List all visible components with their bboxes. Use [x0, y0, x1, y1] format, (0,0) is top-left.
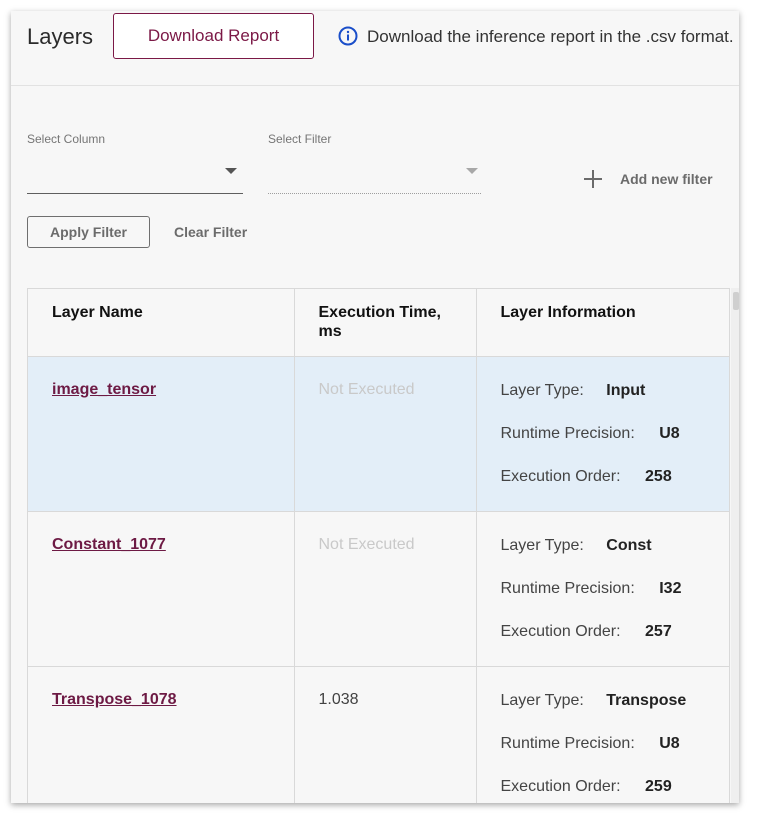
download-report-button[interactable]: Download Report — [113, 13, 314, 59]
layers-table: Layer Name Execution Time, ms Layer Info… — [28, 289, 729, 804]
layer-info-cell: Layer Type: Const Runtime Precision: I32… — [476, 511, 729, 667]
execution-order-label: Execution Order: — [500, 622, 621, 640]
layers-table-container[interactable]: Layer Name Execution Time, ms Layer Info… — [27, 288, 730, 803]
execution-time-cell: 1.038 — [294, 666, 477, 803]
select-column-underline — [27, 193, 243, 194]
layer-type-value: Transpose — [606, 691, 687, 709]
execution-order-value: 259 — [645, 777, 672, 795]
layer-name-link[interactable]: Transpose_1078 — [52, 691, 177, 708]
runtime-precision-value: U8 — [659, 424, 680, 442]
select-filter-underline — [268, 193, 481, 194]
select-column-label: Select Column — [27, 132, 106, 146]
select-filter-label: Select Filter — [268, 132, 332, 146]
column-header-layer-name[interactable]: Layer Name — [28, 289, 295, 357]
execution-time-value: Not Executed — [318, 535, 415, 553]
layer-type-value: Input — [606, 381, 646, 399]
layer-type-label: Layer Type: — [500, 381, 584, 399]
layers-panel: Layers Download Report Download the infe… — [11, 11, 739, 803]
chevron-down-icon — [225, 168, 237, 174]
layer-name-link[interactable]: Constant_1077 — [52, 536, 166, 553]
apply-filter-button[interactable]: Apply Filter — [27, 216, 150, 248]
layer-name-cell: Constant_1077 — [28, 511, 295, 667]
table-header-row: Layer Name Execution Time, ms Layer Info… — [28, 289, 729, 357]
page-title: Layers — [27, 24, 94, 49]
add-new-filter-label: Add new filter — [620, 171, 713, 187]
execution-order-label: Execution Order: — [500, 777, 621, 795]
select-filter-dropdown — [268, 151, 481, 194]
panel-header: Layers Download Report Download the infe… — [11, 11, 739, 86]
layer-info-cell: Layer Type: Transpose Runtime Precision:… — [476, 666, 729, 804]
runtime-precision-label: Runtime Precision: — [500, 579, 635, 597]
layer-info-cell: Layer Type: Input Runtime Precision: U8 … — [476, 356, 729, 512]
runtime-precision-line: Runtime Precision: U8 — [501, 734, 707, 777]
execution-time-cell: Not Executed — [294, 511, 477, 667]
table-scrollbar-thumb[interactable] — [733, 292, 739, 310]
info-icon — [338, 26, 358, 46]
plus-icon — [584, 170, 602, 188]
runtime-precision-label: Runtime Precision: — [500, 424, 635, 442]
chevron-down-icon — [466, 168, 478, 174]
clear-filter-button[interactable]: Clear Filter — [174, 224, 247, 240]
runtime-precision-value: U8 — [659, 734, 680, 752]
column-header-layer-information[interactable]: Layer Information — [476, 289, 729, 357]
execution-time-value: 1.038 — [318, 690, 359, 708]
layer-name-cell: image_tensor — [28, 356, 295, 512]
layer-type-label: Layer Type: — [500, 536, 584, 554]
layer-type-line: Layer Type: Transpose — [501, 691, 707, 734]
execution-time-cell: Not Executed — [294, 356, 477, 512]
table-row[interactable]: Constant_1077 Not Executed Layer Type: C… — [28, 511, 729, 667]
table-row[interactable]: image_tensor Not Executed Layer Type: In… — [28, 356, 729, 512]
column-header-execution-time[interactable]: Execution Time, ms — [294, 289, 477, 357]
execution-order-label: Execution Order: — [500, 467, 621, 485]
execution-order-line: Execution Order: 259 — [501, 777, 707, 804]
execution-order-line: Execution Order: 257 — [501, 622, 707, 665]
execution-order-value: 257 — [645, 622, 672, 640]
execution-order-value: 258 — [645, 467, 672, 485]
layer-name-link[interactable]: image_tensor — [52, 381, 156, 398]
runtime-precision-value: I32 — [659, 579, 682, 597]
download-hint-text: Download the inference report in the .cs… — [367, 27, 734, 46]
layer-type-line: Layer Type: Const — [501, 536, 707, 579]
table-row[interactable]: Transpose_1078 1.038 Layer Type: Transpo… — [28, 666, 729, 804]
runtime-precision-line: Runtime Precision: U8 — [501, 424, 707, 467]
add-new-filter-button[interactable]: Add new filter — [583, 169, 713, 189]
layer-type-label: Layer Type: — [500, 691, 584, 709]
runtime-precision-line: Runtime Precision: I32 — [501, 579, 707, 622]
layer-type-value: Const — [606, 536, 652, 554]
table-scrollbar[interactable] — [731, 288, 739, 803]
layer-name-cell: Transpose_1078 — [28, 666, 295, 803]
runtime-precision-label: Runtime Precision: — [500, 734, 635, 752]
select-column-dropdown[interactable] — [27, 151, 243, 194]
execution-time-value: Not Executed — [318, 380, 415, 398]
layer-type-line: Layer Type: Input — [501, 381, 707, 424]
execution-order-line: Execution Order: 258 — [501, 467, 707, 510]
